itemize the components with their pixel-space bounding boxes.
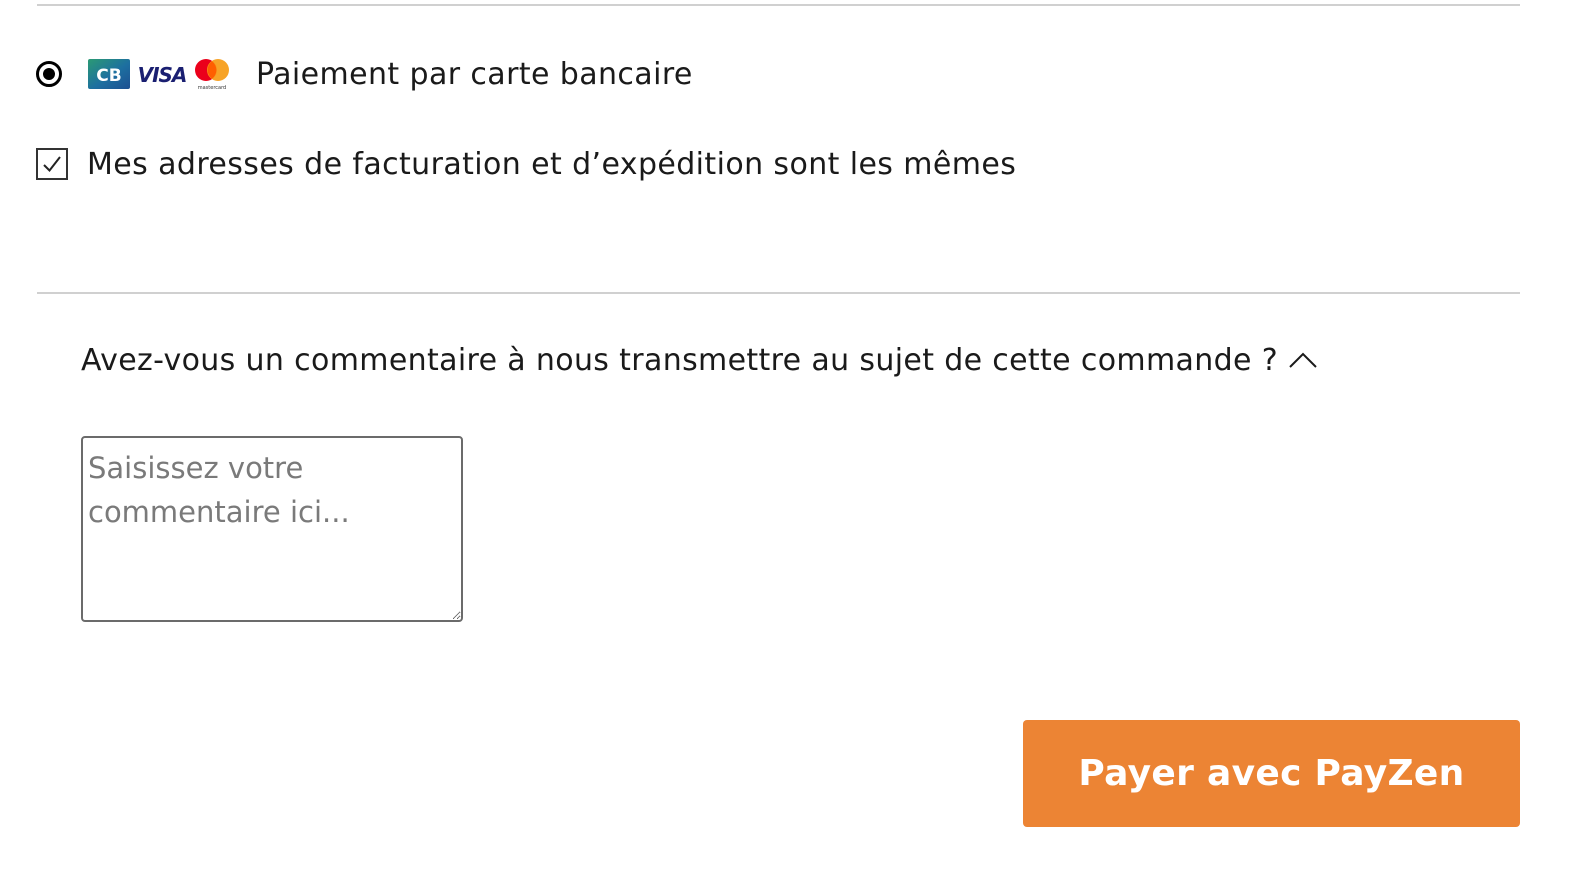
card-logos: CB VISA mastercard [88,57,232,91]
radio-selected-icon[interactable] [36,61,62,87]
payment-method-label: Paiement par carte bancaire [256,56,693,92]
visa-logo: VISA [138,63,188,87]
cb-logo-text: CB [96,66,121,86]
comment-question: Avez-vous un commentaire à nous transmet… [81,342,1279,378]
chevron-up-icon[interactable] [1288,351,1318,369]
visa-logo-text: VISA [138,63,187,87]
same-address-label: Mes adresses de facturation et d’expédit… [87,146,1017,182]
radio-dot [43,68,55,80]
cb-logo: CB [88,59,130,89]
section-divider [37,292,1520,294]
same-address-option[interactable]: Mes adresses de facturation et d’expédit… [36,142,1016,186]
comment-toggle[interactable]: Avez-vous un commentaire à nous transmet… [81,338,1318,382]
payment-method-option[interactable]: CB VISA mastercard Paiement par carte ba… [36,52,693,96]
checkmark-icon [43,156,61,173]
comment-textarea[interactable] [81,436,463,622]
pay-with-payzen-button[interactable]: Payer avec PayZen [1023,720,1520,827]
mastercard-logo-text: mastercard [198,85,226,91]
same-address-checkbox[interactable] [36,148,68,180]
mastercard-logo: mastercard [195,59,229,91]
top-divider [37,4,1520,6]
